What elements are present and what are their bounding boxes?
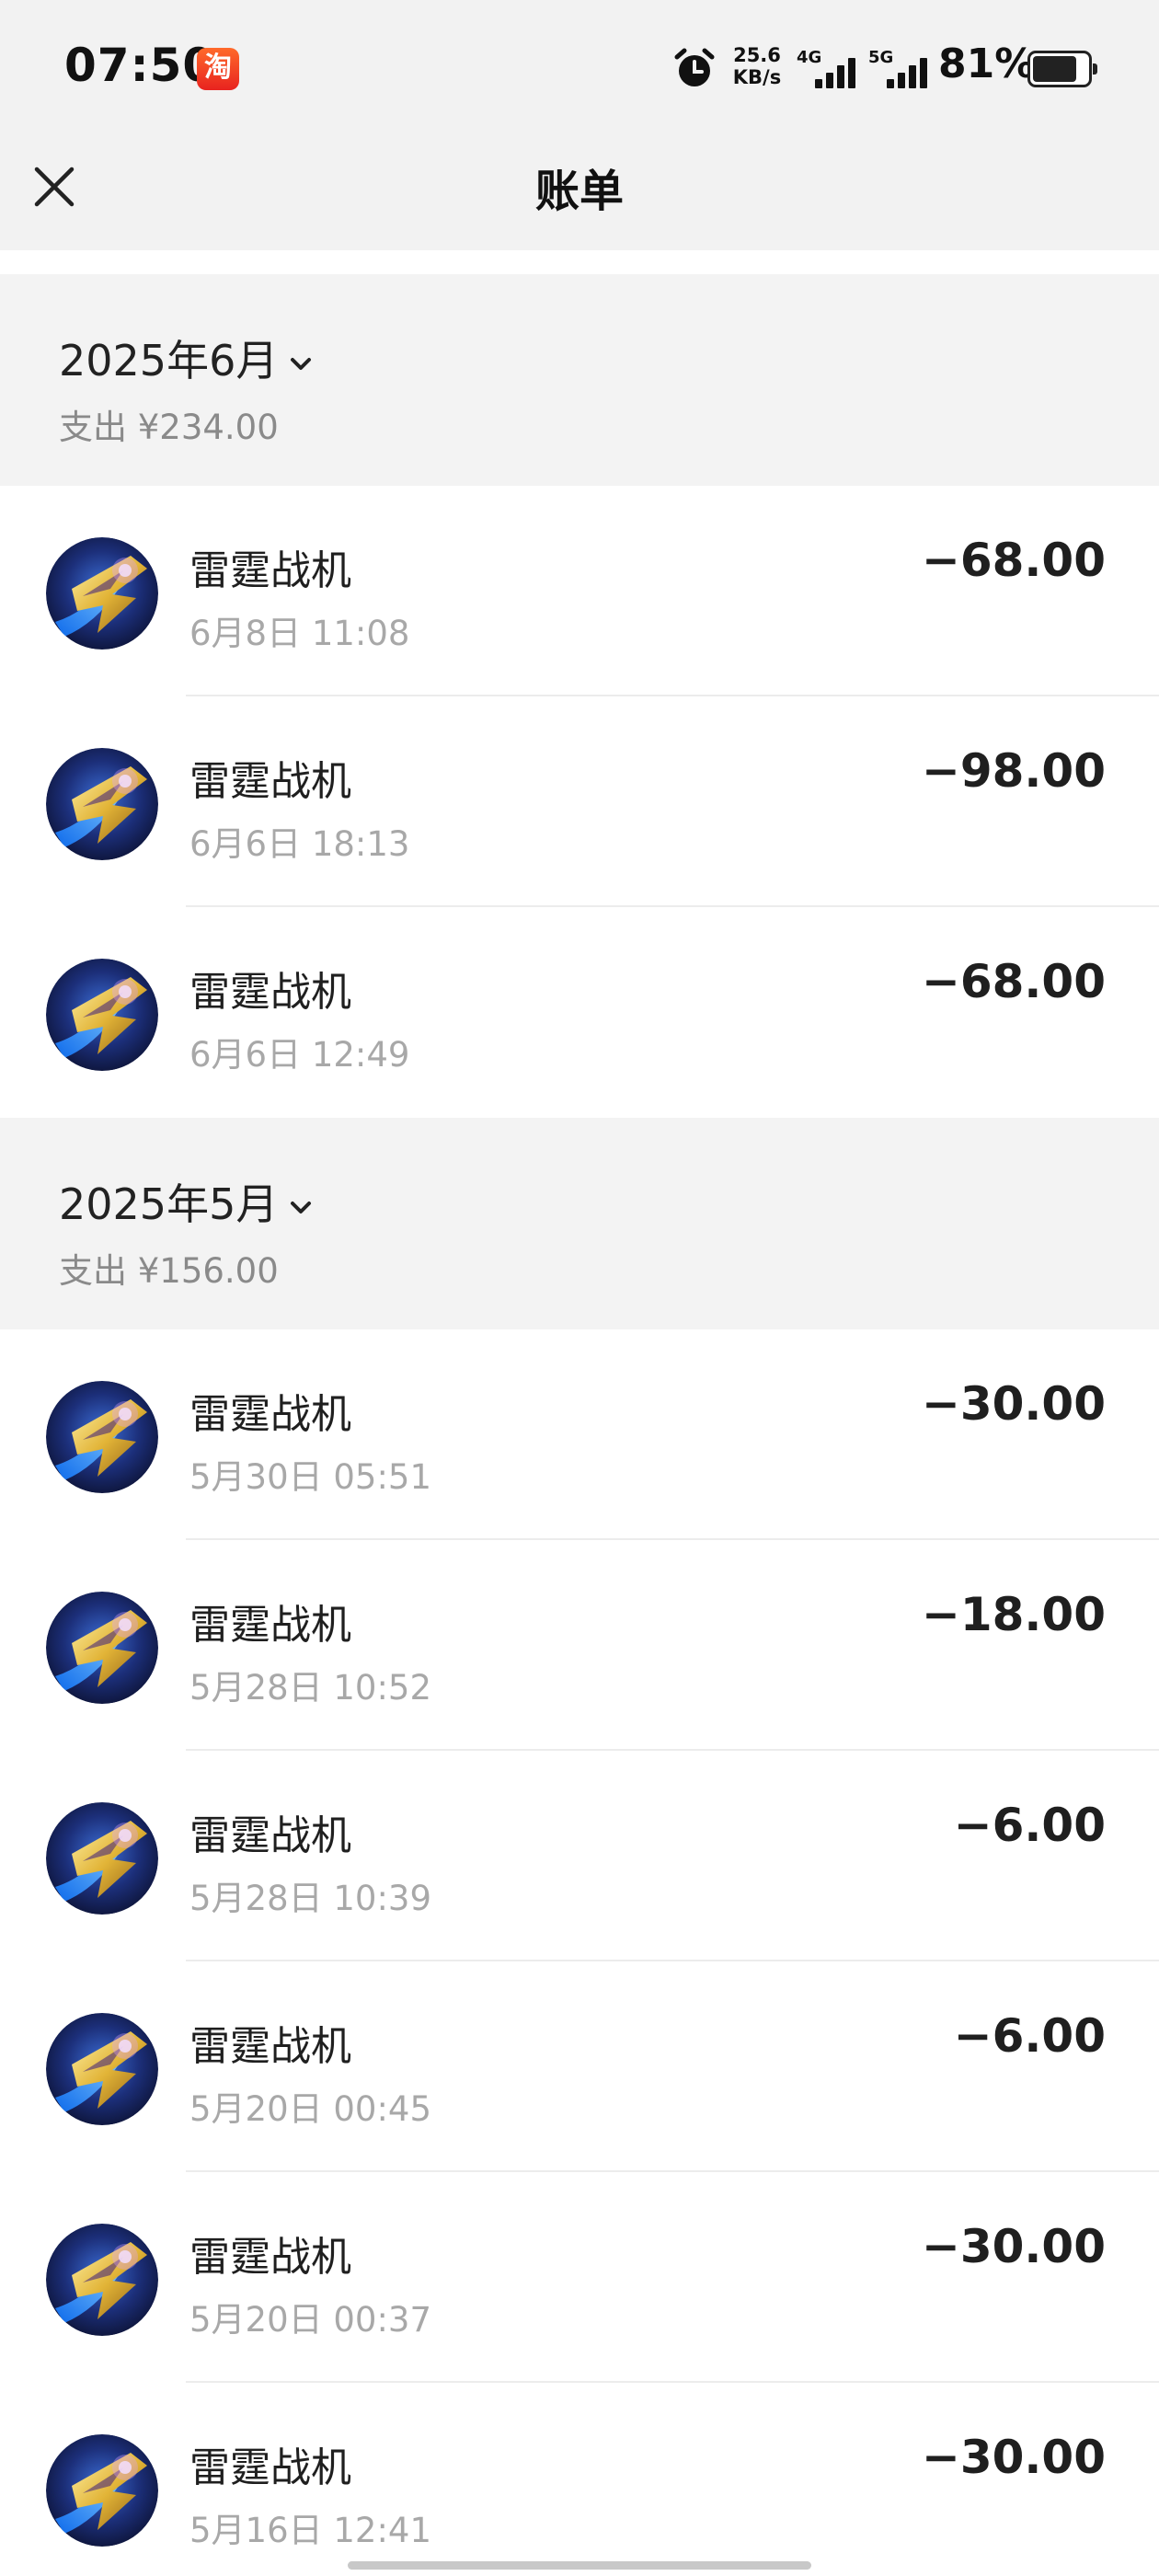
transaction-amount: −6.00 xyxy=(953,1799,1106,1852)
page-title: 账单 xyxy=(534,166,624,217)
app-avatar-icon xyxy=(46,2013,158,2125)
transaction-row[interactable]: 雷霆战机 5月20日 00:45 −6.00 xyxy=(0,1961,1159,2172)
month-header[interactable]: 2025年5月支出 ¥156.00 xyxy=(0,1118,1159,1329)
app-avatar-icon xyxy=(46,1592,158,1704)
chevron-down-icon[interactable] xyxy=(283,1190,318,1225)
app-avatar-icon xyxy=(46,2224,158,2336)
transaction-row[interactable]: 雷霆战机 6月6日 12:49 −68.00 xyxy=(0,907,1159,1118)
transaction-amount: −18.00 xyxy=(921,1588,1106,1641)
transaction-time: 5月20日 00:37 xyxy=(189,2300,432,2340)
month-title[interactable]: 2025年6月 xyxy=(59,328,318,388)
status-bar: 07:50 淘 25.6 KB/s 4G 5G 81% xyxy=(0,0,1159,138)
transaction-name: 雷霆战机 xyxy=(189,547,351,594)
transaction-name: 雷霆战机 xyxy=(189,2023,351,2070)
transaction-amount: −68.00 xyxy=(921,534,1106,587)
transaction-amount: −30.00 xyxy=(921,2220,1106,2273)
screen: 07:50 淘 25.6 KB/s 4G 5G 81% 账单 2025年6月 支… xyxy=(0,0,1159,2576)
month-header[interactable]: 2025年6月支出 ¥234.00 xyxy=(0,274,1159,486)
transaction-time: 5月28日 10:52 xyxy=(189,1668,432,1708)
chevron-down-icon[interactable] xyxy=(283,347,318,382)
month-expense-summary: 支出 ¥234.00 xyxy=(59,408,279,447)
transaction-time: 5月20日 00:45 xyxy=(189,2089,432,2129)
transaction-amount: −30.00 xyxy=(921,2431,1106,2484)
app-avatar-icon xyxy=(46,748,158,860)
transaction-time: 6月8日 11:08 xyxy=(189,614,410,653)
signal-5g-icon: 5G xyxy=(868,48,933,90)
transaction-name: 雷霆战机 xyxy=(189,758,351,805)
battery-fill xyxy=(1033,56,1076,82)
transaction-time: 6月6日 12:49 xyxy=(189,1035,410,1075)
net-speed-value: 25.6 xyxy=(733,44,781,66)
app-avatar-icon xyxy=(46,2434,158,2547)
app-avatar-icon xyxy=(46,1802,158,1915)
transaction-name: 雷霆战机 xyxy=(189,1602,351,1649)
battery-icon xyxy=(1027,51,1097,87)
transaction-name: 雷霆战机 xyxy=(189,2444,351,2491)
battery-percent: 81% xyxy=(938,40,1036,87)
transaction-name: 雷霆战机 xyxy=(189,969,351,1016)
transaction-row[interactable]: 雷霆战机 5月16日 12:41 −30.00 xyxy=(0,2383,1159,2576)
transaction-row[interactable]: 雷霆战机 6月6日 18:13 −98.00 xyxy=(0,696,1159,907)
transaction-time: 6月6日 18:13 xyxy=(189,824,410,864)
app-avatar-icon xyxy=(46,959,158,1071)
month-expense-summary: 支出 ¥156.00 xyxy=(59,1251,279,1291)
app-avatar-icon xyxy=(46,1381,158,1493)
app-avatar-icon xyxy=(46,537,158,650)
month-title[interactable]: 2025年5月 xyxy=(59,1171,318,1232)
transaction-name: 雷霆战机 xyxy=(189,1812,351,1859)
taobao-icon: 淘 xyxy=(197,48,239,90)
transaction-time: 5月28日 10:39 xyxy=(189,1879,432,1918)
signal-4g-icon: 4G xyxy=(797,48,861,90)
transaction-amount: −68.00 xyxy=(921,955,1106,1008)
app-header: 账单 xyxy=(0,138,1159,250)
status-time: 07:50 xyxy=(64,39,216,92)
bill-list[interactable]: 2025年6月支出 ¥234.00 雷霆战机 6月8日 11:08 −68.00 xyxy=(0,274,1159,2576)
net-speed-unit: KB/s xyxy=(732,66,782,88)
transaction-row[interactable]: 雷霆战机 6月8日 11:08 −68.00 xyxy=(0,486,1159,696)
month-title-text: 2025年5月 xyxy=(59,1179,279,1229)
transaction-row[interactable]: 雷霆战机 5月28日 10:52 −18.00 xyxy=(0,1540,1159,1751)
month-title-text: 2025年6月 xyxy=(59,336,279,385)
transaction-row[interactable]: 雷霆战机 5月20日 00:37 −30.00 xyxy=(0,2172,1159,2383)
transaction-row[interactable]: 雷霆战机 5月28日 10:39 −6.00 xyxy=(0,1751,1159,1961)
transaction-amount: −30.00 xyxy=(921,1377,1106,1431)
transaction-row[interactable]: 雷霆战机 5月30日 05:51 −30.00 xyxy=(0,1329,1159,1540)
net-speed: 25.6 KB/s xyxy=(729,44,785,88)
transaction-name: 雷霆战机 xyxy=(189,1391,351,1438)
transaction-name: 雷霆战机 xyxy=(189,2234,351,2281)
transaction-amount: −98.00 xyxy=(921,744,1106,798)
transaction-time: 5月30日 05:51 xyxy=(189,1457,432,1497)
transaction-time: 5月16日 12:41 xyxy=(189,2511,432,2550)
transaction-amount: −6.00 xyxy=(953,2009,1106,2063)
alarm-icon xyxy=(674,48,715,86)
home-indicator xyxy=(348,2561,811,2570)
